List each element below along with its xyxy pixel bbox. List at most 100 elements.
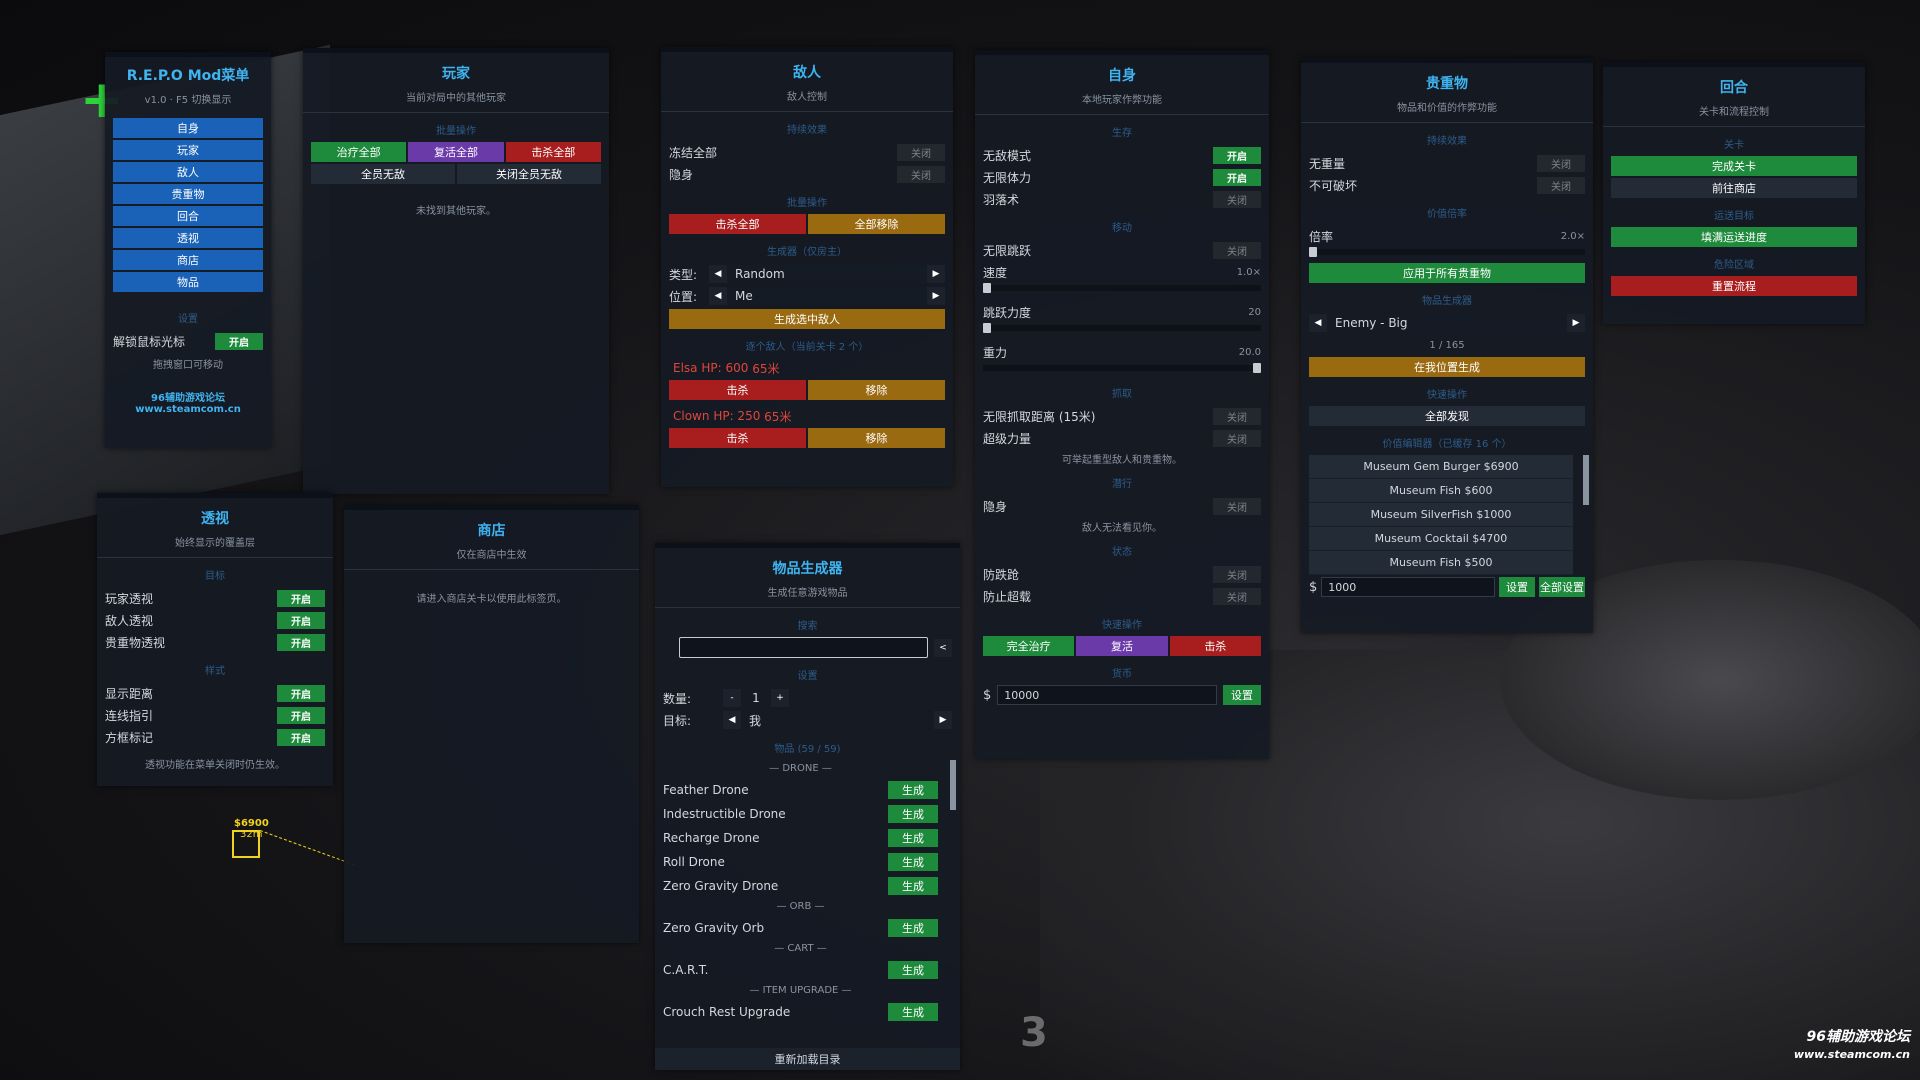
value-item[interactable]: Museum Cocktail $4700 [1309, 527, 1573, 551]
discover-all-button[interactable]: 全部发现 [1309, 406, 1585, 426]
speed-slider-knob[interactable] [983, 283, 991, 293]
gravity-slider[interactable] [983, 363, 1261, 373]
enemy-type-prev-icon[interactable]: ◀ [709, 265, 727, 283]
generate-button[interactable]: 生成 [888, 877, 938, 895]
reload-catalog-button[interactable]: 重新加载目录 [655, 1048, 960, 1070]
enemy-type-next-icon[interactable]: ▶ [927, 265, 945, 283]
no-trip-toggle[interactable]: 关闭 [1213, 565, 1261, 583]
mult-slider-knob[interactable] [1309, 247, 1317, 257]
set-value-button[interactable]: 设置 [1499, 577, 1535, 597]
grab-range-toggle[interactable]: 关闭 [1213, 407, 1261, 425]
watermark-url: www.steamcom.cn [1793, 1048, 1910, 1061]
target-prev-icon[interactable]: ◀ [723, 711, 741, 729]
qty-value[interactable]: 1 [741, 691, 771, 705]
jump-force-slider[interactable] [983, 323, 1261, 333]
nav-esp[interactable]: 透视 [113, 228, 263, 248]
kill-clown-button[interactable]: 击杀 [669, 428, 806, 448]
no-weight-toggle[interactable]: 关闭 [1537, 154, 1585, 172]
value-list-scrollbar[interactable] [1583, 455, 1589, 505]
nav-enemies[interactable]: 敌人 [113, 162, 263, 182]
generate-button[interactable]: 生成 [888, 853, 938, 871]
set-all-values-button[interactable]: 全部设置 [1539, 577, 1585, 597]
value-item[interactable]: Museum Fish $600 [1309, 479, 1573, 503]
full-heal-button[interactable]: 完全治疗 [983, 636, 1075, 656]
heal-all-button[interactable]: 治疗全部 [311, 142, 407, 162]
unbreakable-toggle[interactable]: 关闭 [1537, 176, 1585, 194]
freeze-all-toggle[interactable]: 关闭 [897, 143, 945, 161]
item-name: Zero Gravity Drone [663, 879, 779, 893]
spawn-enemy-button[interactable]: 生成选中敌人 [669, 309, 945, 329]
valuable-prev-icon[interactable]: ◀ [1309, 314, 1327, 332]
no-overload-toggle[interactable]: 关闭 [1213, 587, 1261, 605]
player-esp-toggle[interactable]: 开启 [277, 589, 325, 607]
kill-all-enemies-button[interactable]: 击杀全部 [669, 214, 806, 234]
enemy-esp-toggle[interactable]: 开启 [277, 611, 325, 629]
speed-slider[interactable] [983, 283, 1261, 293]
mult-slider[interactable] [1309, 247, 1585, 257]
god-all-button[interactable]: 全员无敌 [311, 164, 455, 184]
valuable-esp-label: 贵重物透视 [105, 635, 166, 650]
value-item[interactable]: Museum Gem Burger $6900 [1309, 455, 1573, 479]
valuable-esp-toggle[interactable]: 开启 [277, 633, 325, 651]
fill-extraction-button[interactable]: 填满运送进度 [1611, 227, 1857, 247]
qty-minus-button[interactable]: - [723, 689, 741, 707]
watermark-title: 96辅助游戏论坛 [1806, 1029, 1910, 1045]
currency-input[interactable]: 10000 [997, 685, 1217, 705]
inf-jump-toggle[interactable]: 关闭 [1213, 241, 1261, 259]
gravity-label: 重力 [983, 345, 1008, 360]
feather-fall-label: 羽落术 [983, 192, 1020, 207]
item-search-input[interactable] [679, 637, 928, 658]
valuable-next-icon[interactable]: ▶ [1567, 314, 1585, 332]
god-mode-toggle[interactable]: 开启 [1213, 146, 1261, 164]
item-list-scrollbar[interactable] [950, 760, 956, 810]
kill-elsa-button[interactable]: 击杀 [669, 380, 806, 400]
self-revive-button[interactable]: 复活 [1076, 636, 1168, 656]
generate-button[interactable]: 生成 [888, 781, 938, 799]
unlock-cursor-toggle[interactable]: 开启 [215, 332, 263, 350]
esp-style-section: 样式 [205, 666, 225, 677]
spawn-at-me-button[interactable]: 在我位置生成 [1309, 357, 1585, 377]
box-marker-toggle[interactable]: 开启 [277, 728, 325, 746]
self-invisible-toggle[interactable]: 关闭 [1213, 497, 1261, 515]
generate-button[interactable]: 生成 [888, 961, 938, 979]
nav-shop[interactable]: 商店 [113, 250, 263, 270]
value-input[interactable]: 1000 [1321, 577, 1495, 597]
god-all-off-button[interactable]: 关闭全员无敌 [457, 164, 601, 184]
jump-force-slider-knob[interactable] [983, 323, 991, 333]
kill-all-players-button[interactable]: 击杀全部 [505, 142, 601, 162]
complete-level-button[interactable]: 完成关卡 [1611, 156, 1857, 176]
show-distance-toggle[interactable]: 开启 [277, 684, 325, 702]
generate-button[interactable]: 生成 [888, 919, 938, 937]
apply-all-valuables-button[interactable]: 应用于所有贵重物 [1309, 263, 1585, 283]
remove-all-enemies-button[interactable]: 全部移除 [808, 214, 945, 234]
players-panel: 玩家 当前对局中的其他玩家 批量操作 治疗全部 复活全部 击杀全部 全员无敌 关… [303, 48, 609, 494]
set-currency-button[interactable]: 设置 [1223, 685, 1261, 705]
revive-all-button[interactable]: 复活全部 [408, 142, 504, 162]
value-item[interactable]: Museum SilverFish $1000 [1309, 503, 1573, 527]
nav-round[interactable]: 回合 [113, 206, 263, 226]
enemy-invisible-toggle[interactable]: 关闭 [897, 165, 945, 183]
gravity-slider-knob[interactable] [1253, 363, 1261, 373]
generate-button[interactable]: 生成 [888, 805, 938, 823]
go-shop-button[interactable]: 前往商店 [1611, 178, 1857, 198]
nav-self[interactable]: 自身 [113, 118, 263, 138]
enemy-pos-next-icon[interactable]: ▶ [927, 287, 945, 305]
search-clear-button[interactable]: < [934, 638, 952, 657]
generate-button[interactable]: 生成 [888, 1003, 938, 1021]
nav-players[interactable]: 玩家 [113, 140, 263, 160]
nav-valuables[interactable]: 贵重物 [113, 184, 263, 204]
super-strength-toggle[interactable]: 关闭 [1213, 429, 1261, 447]
target-next-icon[interactable]: ▶ [934, 711, 952, 729]
value-item[interactable]: Museum Fish $500 [1309, 551, 1573, 575]
enemy-pos-prev-icon[interactable]: ◀ [709, 287, 727, 305]
reset-run-button[interactable]: 重置流程 [1611, 276, 1857, 296]
feather-fall-toggle[interactable]: 关闭 [1213, 190, 1261, 208]
nav-items[interactable]: 物品 [113, 272, 263, 292]
inf-stamina-toggle[interactable]: 开启 [1213, 168, 1261, 186]
generate-button[interactable]: 生成 [888, 829, 938, 847]
remove-clown-button[interactable]: 移除 [808, 428, 945, 448]
qty-plus-button[interactable]: + [771, 689, 789, 707]
self-kill-button[interactable]: 击杀 [1169, 636, 1261, 656]
tracer-toggle[interactable]: 开启 [277, 706, 325, 724]
remove-elsa-button[interactable]: 移除 [808, 380, 945, 400]
